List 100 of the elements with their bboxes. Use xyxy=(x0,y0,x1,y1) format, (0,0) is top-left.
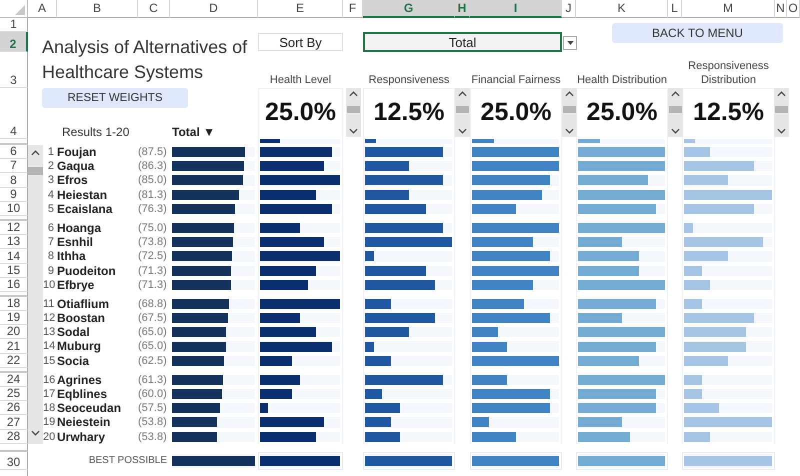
row-header[interactable]: 22 xyxy=(0,354,28,368)
row-header[interactable]: 24 xyxy=(0,372,28,387)
row-header[interactable]: 20 xyxy=(0,325,28,340)
row-header[interactable]: 15 xyxy=(0,264,28,278)
chevron-up-icon[interactable] xyxy=(776,91,786,97)
dropdown-button[interactable] xyxy=(563,36,577,50)
column-header[interactable]: B xyxy=(57,0,138,18)
rank-number: 16 xyxy=(43,372,56,387)
row-header[interactable]: 21 xyxy=(0,339,28,354)
row-header[interactable]: 9 xyxy=(0,188,28,202)
rank-number: 20 xyxy=(43,430,56,444)
column-header[interactable]: K xyxy=(576,0,668,18)
score-value: (67.5) xyxy=(138,311,168,326)
scroll-thumb[interactable] xyxy=(28,167,43,175)
rank-number: 9 xyxy=(46,264,55,278)
column-header[interactable]: O xyxy=(787,0,800,18)
score-value: (73.8) xyxy=(138,235,168,250)
rank-number: 14 xyxy=(43,339,56,354)
rank-number: 7 xyxy=(46,235,55,250)
rank-number: 12 xyxy=(43,311,56,326)
column-header[interactable]: N xyxy=(775,0,787,18)
row-header[interactable]: 8 xyxy=(0,173,28,188)
chevron-down-icon[interactable] xyxy=(670,128,680,134)
criterion-label: Financial Fairness xyxy=(470,73,562,88)
row-header[interactable]: 27 xyxy=(0,415,28,430)
score-value: (87.5) xyxy=(138,145,168,160)
row-header[interactable]: 1 xyxy=(0,18,28,32)
score-value: (57.5) xyxy=(138,401,168,416)
scroll-thumb[interactable] xyxy=(456,106,469,113)
scroll-thumb[interactable] xyxy=(774,106,788,113)
row-header[interactable]: 25 xyxy=(0,387,28,402)
column-header[interactable]: C xyxy=(138,0,170,18)
scrollbar[interactable] xyxy=(346,88,360,137)
chevron-up-icon[interactable] xyxy=(348,91,358,97)
scroll-thumb[interactable] xyxy=(668,106,682,113)
back-to-menu-button[interactable]: BACK TO MENU xyxy=(612,23,783,43)
chevron-down-icon[interactable] xyxy=(776,128,786,134)
column-header[interactable]: G xyxy=(363,0,455,18)
sort-dropdown[interactable]: Total xyxy=(363,32,562,52)
score-value: (86.3) xyxy=(138,159,168,174)
row-header[interactable]: 16 xyxy=(0,278,28,292)
system-name: Muburg xyxy=(57,339,102,354)
scrollbar[interactable] xyxy=(774,88,788,137)
row-header[interactable]: 13 xyxy=(0,235,28,250)
chevron-down-icon[interactable] xyxy=(564,128,574,134)
column-header[interactable]: E xyxy=(258,0,343,18)
column-header[interactable]: A xyxy=(28,0,57,18)
column-header[interactable]: J xyxy=(562,0,576,18)
column-header[interactable]: D xyxy=(170,0,258,18)
chevron-down-icon[interactable] xyxy=(31,430,40,436)
score-value: (76.3) xyxy=(138,202,168,216)
system-name: Efros xyxy=(57,173,89,188)
system-name: Boostan xyxy=(57,311,106,326)
column-header[interactable]: I xyxy=(470,0,562,18)
chevron-up-icon[interactable] xyxy=(458,91,467,97)
sort-by-label: Sort By xyxy=(258,33,343,51)
scrollbar[interactable] xyxy=(562,88,576,137)
scrollbar[interactable] xyxy=(455,88,470,137)
column-header[interactable]: H xyxy=(455,0,470,18)
row-header[interactable]: 28 xyxy=(0,430,28,444)
row-header[interactable]: 14 xyxy=(0,249,28,264)
scroll-thumb[interactable] xyxy=(346,106,360,113)
row-header[interactable]: 19 xyxy=(0,311,28,326)
system-name: Heiestan xyxy=(57,188,108,202)
chevron-up-icon[interactable] xyxy=(564,91,574,97)
chevron-up-icon[interactable] xyxy=(31,150,40,156)
row-header[interactable]: 10 xyxy=(0,202,28,216)
chevron-up-icon[interactable] xyxy=(670,91,680,97)
system-name: Agrines xyxy=(57,372,103,387)
scroll-thumb[interactable] xyxy=(562,106,576,113)
row-header[interactable]: 26 xyxy=(0,401,28,416)
scrollbar[interactable] xyxy=(668,88,682,137)
reset-weights-button[interactable]: RESET WEIGHTS xyxy=(42,88,188,108)
score-value: (53.8) xyxy=(138,415,168,430)
system-name: Foujan xyxy=(57,145,98,160)
column-header[interactable]: M xyxy=(682,0,775,18)
system-name: Socia xyxy=(57,354,90,368)
criterion-label: Health Distribution xyxy=(576,73,668,88)
system-name: Ithha xyxy=(57,249,87,264)
column-header[interactable]: F xyxy=(343,0,363,18)
score-value: (53.8) xyxy=(138,430,168,444)
score-value: (85.0) xyxy=(138,173,168,188)
system-name: Gaqua xyxy=(57,159,96,174)
score-value: (75.0) xyxy=(138,220,168,236)
column-header[interactable]: L xyxy=(668,0,682,18)
total-header[interactable]: Total ▼ xyxy=(170,125,258,139)
row-header[interactable]: 2 xyxy=(0,32,28,52)
row-header[interactable]: 18 xyxy=(0,296,28,312)
chevron-down-icon[interactable] xyxy=(348,128,358,134)
system-name: Esnhil xyxy=(57,235,94,250)
score-value: (60.0) xyxy=(138,387,168,402)
scrollbar[interactable] xyxy=(28,145,43,444)
rank-number: 11 xyxy=(43,296,56,312)
score-value: (68.8) xyxy=(138,296,168,312)
row-header[interactable]: 12 xyxy=(0,220,28,236)
row-header[interactable]: 7 xyxy=(0,159,28,174)
chevron-down-icon[interactable] xyxy=(458,128,467,134)
rank-number: 10 xyxy=(43,278,56,292)
score-value: (71.3) xyxy=(138,264,168,278)
row-header[interactable]: 6 xyxy=(0,145,28,160)
